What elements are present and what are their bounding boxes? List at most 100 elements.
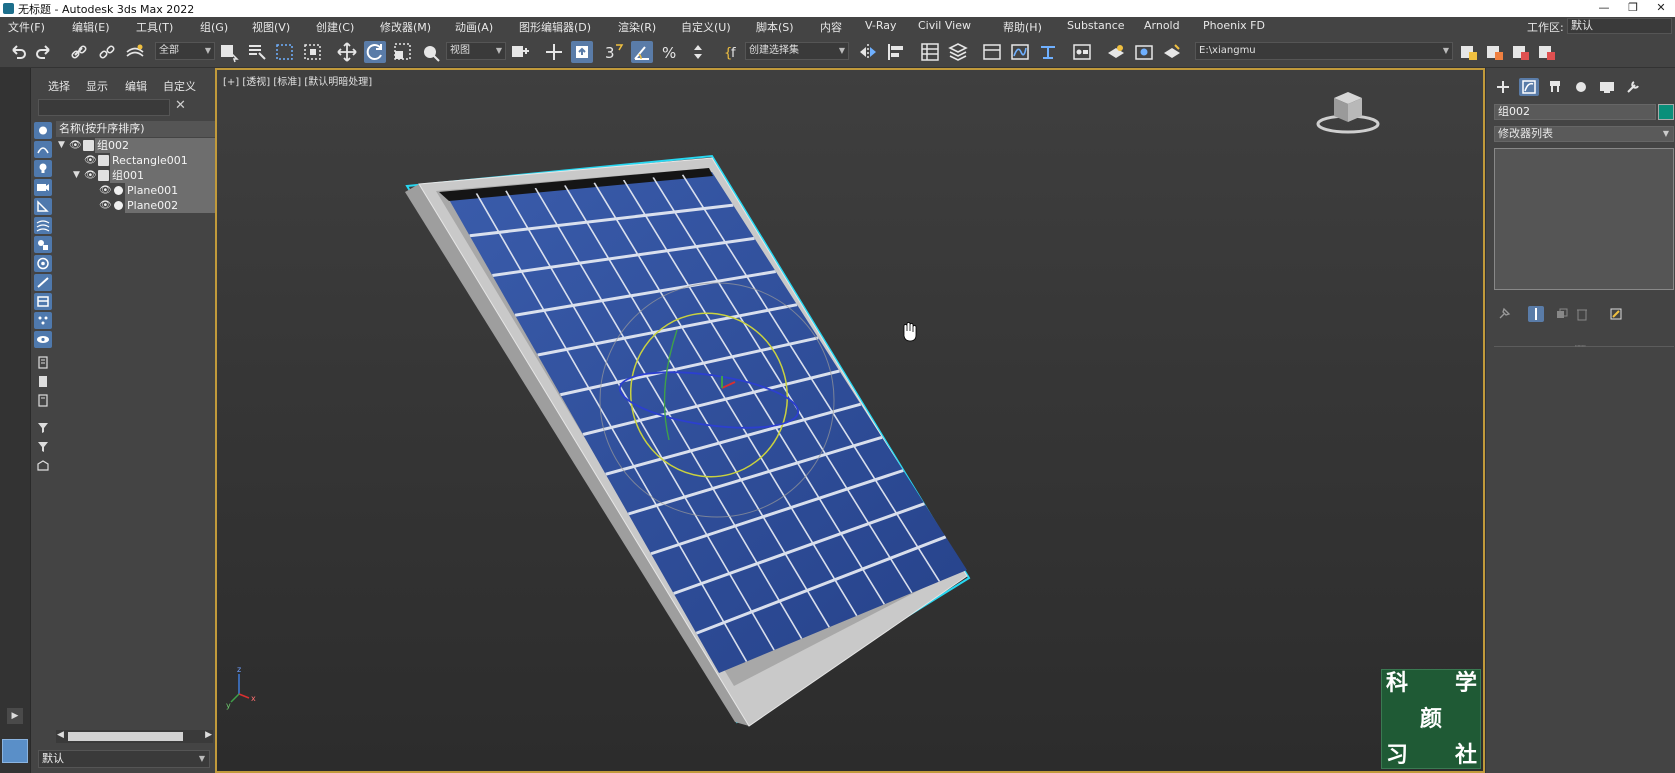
- percent-snap-icon[interactable]: %: [659, 41, 681, 63]
- snap-toggle-icon[interactable]: 3: [603, 41, 625, 63]
- tab-select[interactable]: 选择: [48, 78, 70, 94]
- edit-named-sets-icon[interactable]: {f: [721, 41, 743, 63]
- layer-dropdown[interactable]: 默认 ▼: [38, 750, 210, 768]
- close-button[interactable]: ✕: [1647, 0, 1675, 17]
- save-project-icon[interactable]: [1536, 41, 1558, 63]
- viewcube[interactable]: [1316, 92, 1380, 134]
- motion-icon[interactable]: [1571, 78, 1591, 96]
- menu-substance[interactable]: Substance: [1067, 19, 1125, 32]
- viewport-label-menu[interactable]: [+] [透视] [标准] [默认明暗处理]: [223, 73, 372, 88]
- material-editor-icon[interactable]: [1105, 41, 1127, 63]
- menu-tools[interactable]: 工具(T): [136, 19, 173, 35]
- filter-selected-icon[interactable]: [34, 419, 52, 436]
- render-icon[interactable]: [1161, 41, 1183, 63]
- layer-explorer-icon[interactable]: [947, 41, 969, 63]
- scale-icon[interactable]: [392, 41, 414, 63]
- filter-icon[interactable]: [34, 438, 52, 455]
- scroll-thumb[interactable]: [68, 732, 183, 741]
- tree-row[interactable]: ▼ 👁 组002: [56, 138, 215, 153]
- set-project-icon[interactable]: [1484, 41, 1506, 63]
- modifier-stack[interactable]: [1494, 148, 1674, 290]
- menu-content[interactable]: 内容: [820, 19, 842, 35]
- move-icon[interactable]: [336, 41, 358, 63]
- display-containers-icon[interactable]: [34, 293, 52, 310]
- dope-sheet-icon[interactable]: [1037, 41, 1059, 63]
- tab-display[interactable]: 显示: [86, 78, 108, 94]
- tree-row[interactable]: 👁 Plane001: [56, 183, 215, 198]
- visibility-eye-icon[interactable]: 👁: [99, 183, 112, 198]
- explorer-search-input[interactable]: [38, 99, 170, 116]
- menu-rendering[interactable]: 渲染(R): [618, 19, 656, 35]
- container-icon[interactable]: [34, 457, 52, 474]
- menu-modifiers[interactable]: 修改器(M): [380, 19, 431, 35]
- menu-edit[interactable]: 编辑(E): [72, 19, 110, 35]
- angle-snap-icon[interactable]: [631, 41, 653, 63]
- schematic-view-icon[interactable]: [1071, 41, 1093, 63]
- hierarchy-icon[interactable]: [1545, 78, 1565, 96]
- rollout-grip-icon[interactable]: ┈┈: [1575, 342, 1586, 352]
- visibility-eye-icon[interactable]: 👁: [84, 168, 97, 183]
- render-setup-icon[interactable]: [1133, 41, 1155, 63]
- menu-civil-view[interactable]: Civil View: [918, 19, 971, 32]
- open-project-icon[interactable]: [1510, 41, 1532, 63]
- menu-create[interactable]: 创建(C): [316, 19, 354, 35]
- menu-animation[interactable]: 动画(A): [455, 19, 493, 35]
- menu-arnold[interactable]: Arnold: [1144, 19, 1180, 32]
- modifier-list-dropdown[interactable]: 修改器列表 ▼: [1494, 126, 1674, 142]
- display-helpers-icon[interactable]: [34, 198, 52, 215]
- display-frozen-icon[interactable]: [34, 331, 52, 348]
- menu-scripting[interactable]: 脚本(S): [756, 19, 794, 35]
- menu-help[interactable]: 帮助(H): [1003, 19, 1042, 35]
- display-lights-icon[interactable]: [34, 160, 52, 177]
- object-name-field[interactable]: 组002: [1494, 104, 1656, 120]
- keyboard-shortcut-toggle-icon[interactable]: [571, 41, 593, 63]
- selection-filter-dropdown[interactable]: 全部 ▼: [155, 42, 215, 60]
- visibility-eye-icon[interactable]: 👁: [84, 153, 97, 168]
- menu-file[interactable]: 文件(F): [8, 19, 45, 35]
- minimize-button[interactable]: —: [1590, 0, 1618, 17]
- menu-phoenix-fd[interactable]: Phoenix FD: [1203, 19, 1265, 32]
- perspective-viewport[interactable]: z x y [+] [透视] [标准] [默认明暗处理]: [215, 68, 1485, 773]
- display-bones-icon[interactable]: [34, 274, 52, 291]
- ribbon-icon[interactable]: [981, 41, 1003, 63]
- expand-arrow-icon[interactable]: ▶: [7, 708, 23, 724]
- rect-select-icon[interactable]: [274, 41, 296, 63]
- scroll-left-icon[interactable]: ◀: [57, 730, 64, 740]
- expand-triangle-icon[interactable]: ▼: [73, 168, 80, 183]
- display-space-warps-icon[interactable]: [34, 217, 52, 234]
- clear-search-icon[interactable]: ✕: [175, 98, 186, 113]
- menu-vray[interactable]: V-Ray: [865, 19, 897, 32]
- placement-icon[interactable]: [420, 41, 442, 63]
- display-xrefs-icon[interactable]: [34, 255, 52, 272]
- workspace-dropdown[interactable]: 默认: [1567, 18, 1672, 34]
- display-none-icon[interactable]: [34, 373, 52, 390]
- curve-editor-icon[interactable]: [1009, 41, 1031, 63]
- tree-row[interactable]: 👁 Plane002: [56, 198, 215, 213]
- select-icon[interactable]: [218, 41, 240, 63]
- display-shapes-icon[interactable]: [34, 141, 52, 158]
- unlink-icon[interactable]: [96, 41, 118, 63]
- display-all-icon[interactable]: [34, 354, 52, 371]
- column-header-name[interactable]: 名称(按升序排序): [56, 121, 215, 137]
- mirror-icon[interactable]: [857, 41, 879, 63]
- pivot-icon[interactable]: [509, 41, 531, 63]
- display-groups-icon[interactable]: [34, 236, 52, 253]
- explorer-horizontal-scrollbar[interactable]: ◀ ▶: [56, 730, 213, 743]
- object-color-swatch[interactable]: [1658, 104, 1674, 120]
- link-icon[interactable]: [68, 41, 90, 63]
- make-unique-icon[interactable]: [1554, 306, 1570, 322]
- pin-stack-icon[interactable]: [1496, 306, 1512, 322]
- bind-space-warp-icon[interactable]: [124, 41, 146, 63]
- modify-icon[interactable]: [1519, 78, 1539, 96]
- spinner-snap-icon[interactable]: [687, 41, 709, 63]
- rotate-icon[interactable]: [364, 41, 386, 63]
- configure-modifier-sets-icon[interactable]: [1608, 306, 1624, 322]
- select-manipulate-icon[interactable]: [543, 41, 565, 63]
- display-cameras-icon[interactable]: [34, 179, 52, 196]
- display-particles-icon[interactable]: [34, 312, 52, 329]
- show-end-result-icon[interactable]: [1528, 306, 1544, 322]
- menu-graph-editors[interactable]: 图形编辑器(D): [519, 19, 591, 35]
- tab-customize[interactable]: 自定义: [163, 78, 196, 94]
- viewport-layout-tab[interactable]: [2, 739, 28, 763]
- project-icon[interactable]: [1458, 41, 1480, 63]
